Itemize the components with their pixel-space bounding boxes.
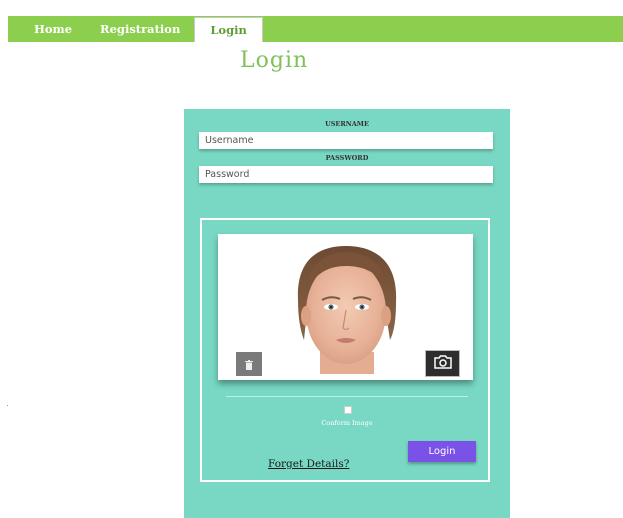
username-input[interactable] (199, 132, 493, 149)
login-panel: USERNAME PASSWORD (184, 109, 510, 518)
nav-registration[interactable]: Registration (86, 16, 194, 42)
stray-dot (7, 405, 8, 406)
delete-photo-button[interactable] (236, 352, 262, 376)
camera-icon (433, 354, 452, 373)
confirm-image-label: Conform Image (321, 419, 373, 427)
page-title: Login (240, 48, 309, 73)
confirm-image-checkbox[interactable] (344, 406, 352, 414)
login-button[interactable]: Login (408, 441, 476, 462)
password-label: PASSWORD (325, 154, 369, 162)
password-input[interactable] (199, 166, 493, 183)
trash-icon (245, 355, 253, 374)
face-capture-box: Conform Image Login Forget Details? (200, 218, 490, 482)
divider (226, 396, 468, 397)
face-photo (297, 246, 397, 374)
capture-photo-button[interactable] (425, 350, 460, 377)
nav-login[interactable]: Login (194, 17, 263, 42)
forget-details-link[interactable]: Forget Details? (268, 458, 349, 470)
webcam-preview (218, 234, 473, 380)
nav-home[interactable]: Home (8, 16, 86, 42)
username-label: USERNAME (325, 120, 369, 128)
top-nav-bar: Home Registration Login (8, 16, 623, 42)
